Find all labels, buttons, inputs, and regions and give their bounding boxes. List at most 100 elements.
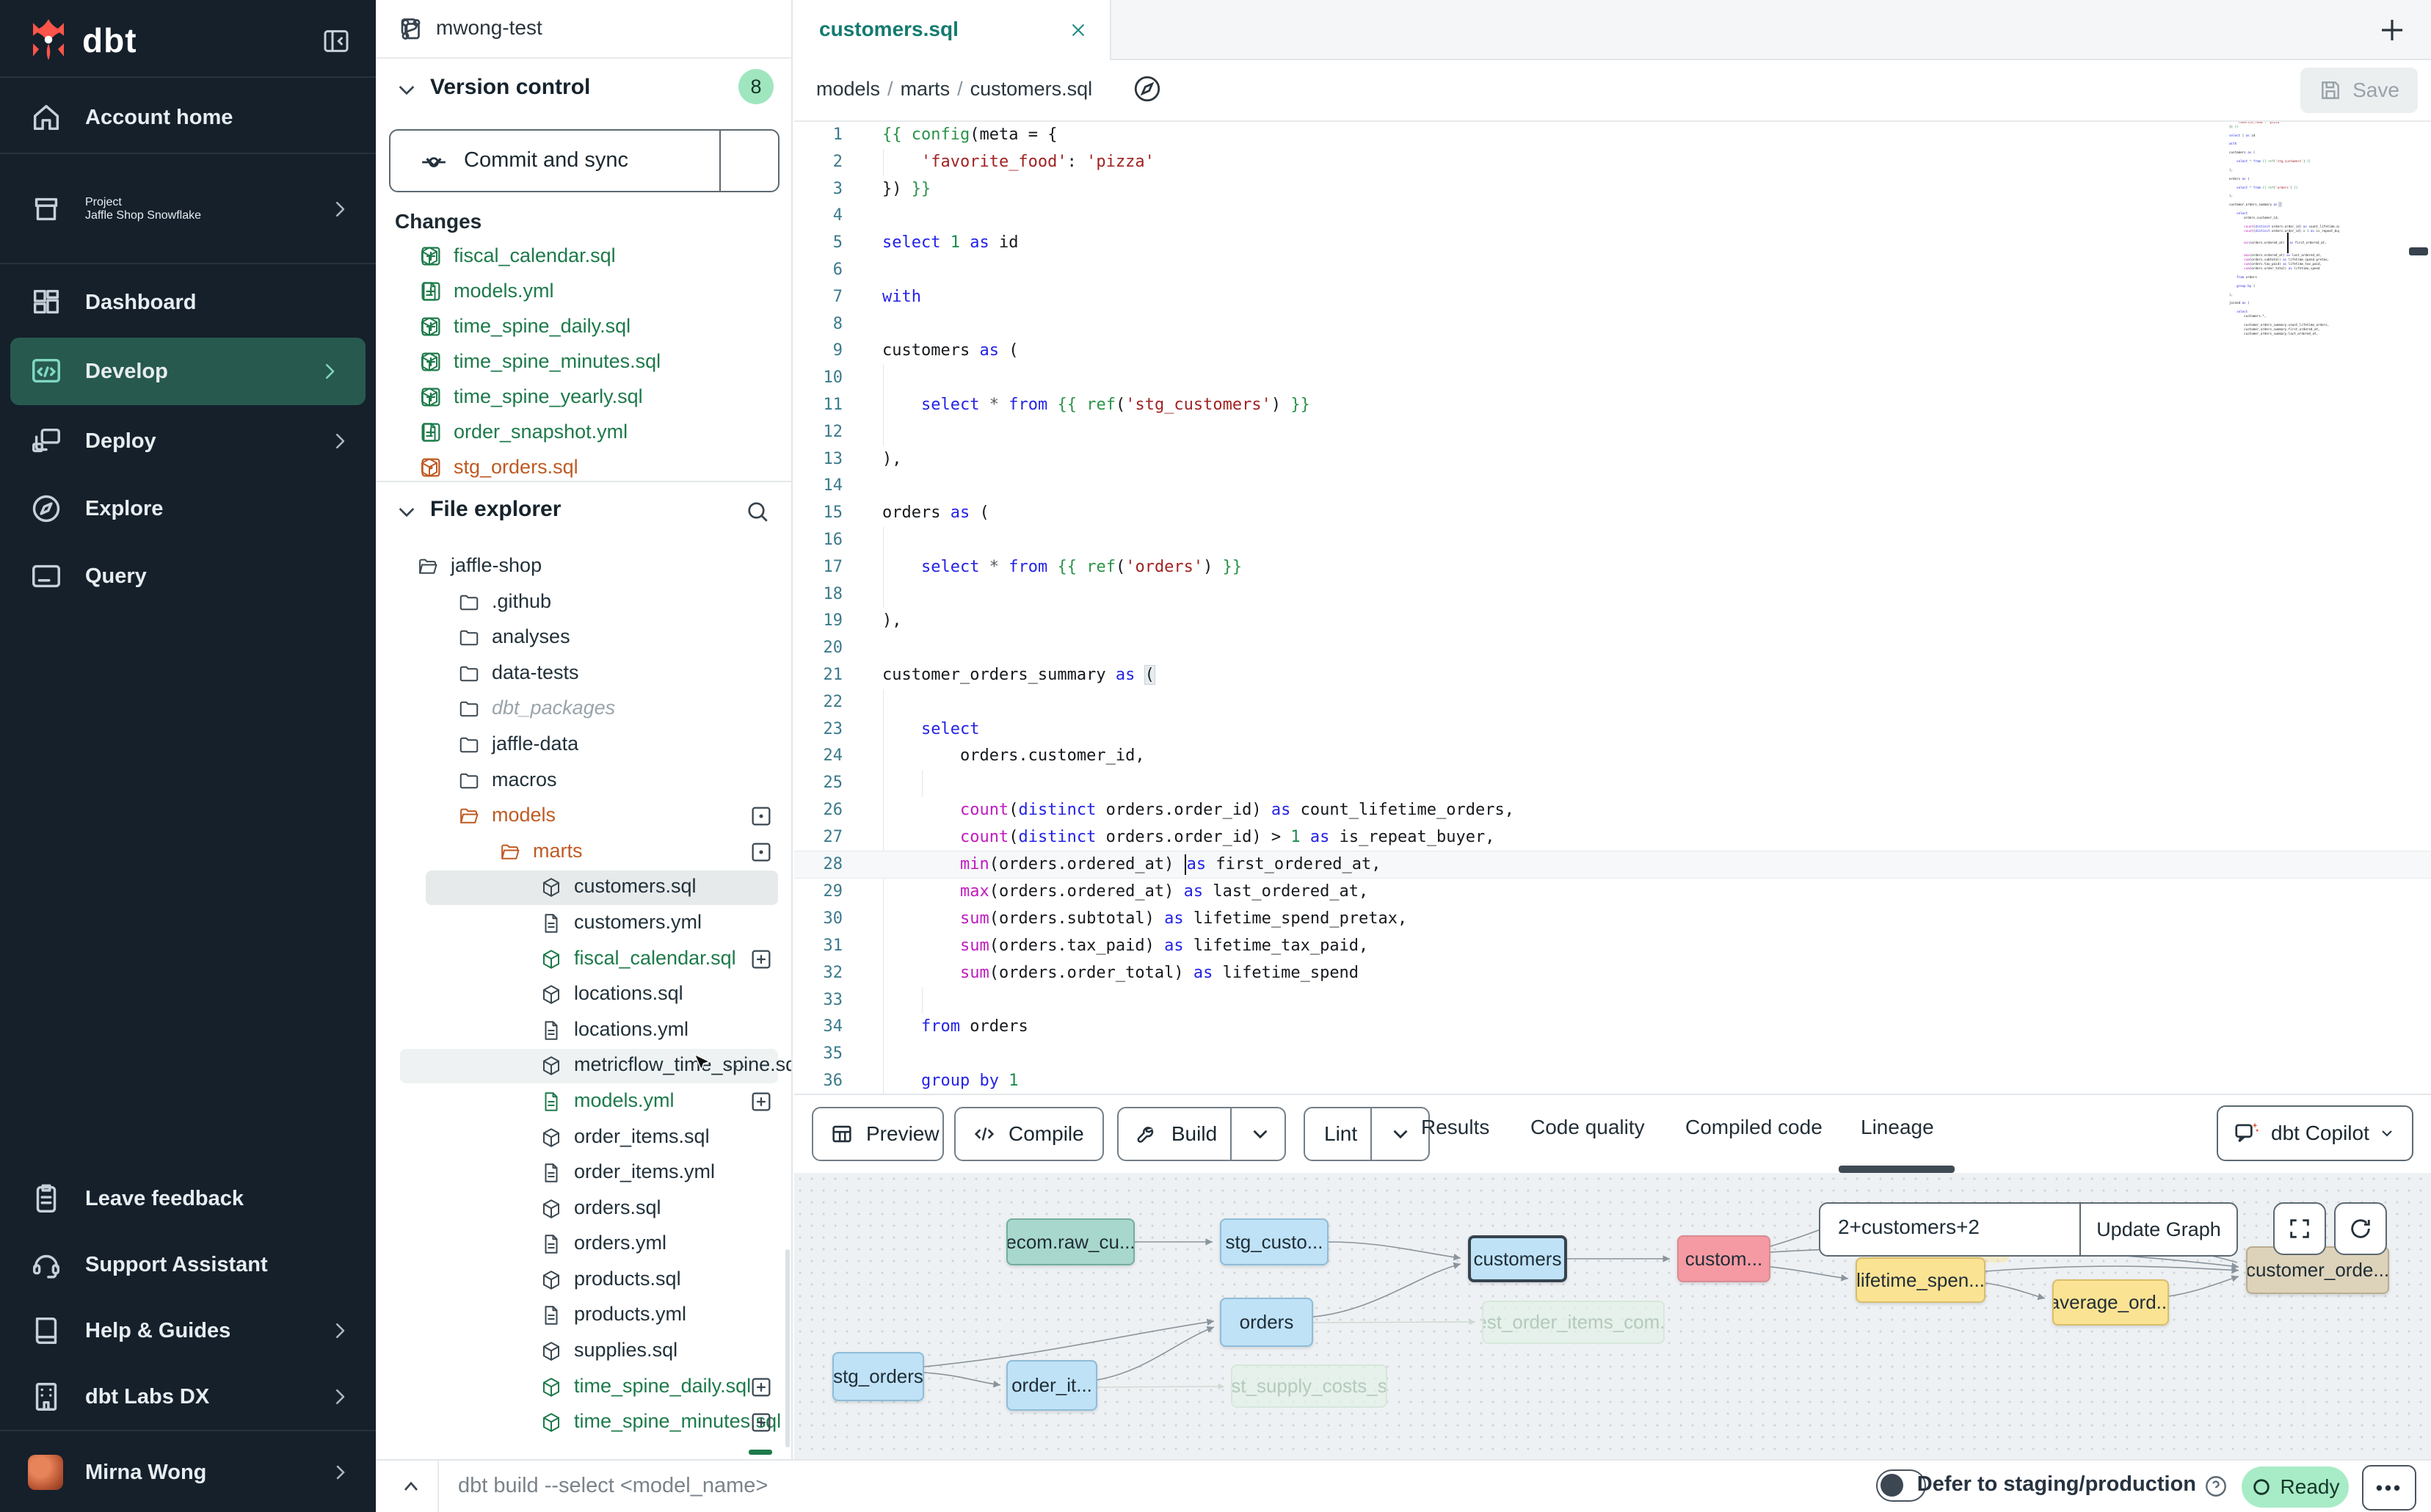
change-row-stg_orders.sql[interactable]: stg_orders.sql xyxy=(376,451,791,481)
commit-dropdown-icon[interactable] xyxy=(420,148,448,176)
tree-row-partial[interactable] xyxy=(376,1441,791,1459)
more-options-button[interactable]: ••• xyxy=(2362,1465,2416,1511)
code-line-8[interactable]: 8 xyxy=(794,311,2431,338)
code-line-20[interactable]: 20 xyxy=(794,635,2431,662)
tree-item-orders.yml[interactable]: orders.yml xyxy=(376,1226,791,1262)
editor-scrollbar-thumb[interactable] xyxy=(2409,247,2428,255)
lineage-node-customers[interactable]: customers xyxy=(1468,1235,1567,1282)
tree-item-locations.yml[interactable]: locations.yml xyxy=(376,1013,791,1049)
tree-item-time_spine_daily.sql[interactable]: time_spine_daily.sql xyxy=(376,1370,791,1406)
code-line-7[interactable]: 7with xyxy=(794,284,2431,311)
code-line-22[interactable]: 22 xyxy=(794,689,2431,716)
command-input[interactable]: dbt build --select <model_name> xyxy=(458,1474,768,1498)
code-line-14[interactable]: 14 xyxy=(794,473,2431,500)
save-button[interactable]: Save xyxy=(2300,68,2418,113)
stage-plus-icon[interactable] xyxy=(418,314,443,339)
code-line-17[interactable]: 17 select * from {{ ref('orders') }} xyxy=(794,554,2431,581)
tree-item-order_items.yml[interactable]: order_items.yml xyxy=(376,1155,791,1191)
sidebar-item-dashboard[interactable]: Dashboard xyxy=(0,269,376,336)
lineage-node-custom[interactable]: custom... xyxy=(1677,1235,1770,1282)
sidebar-item-help-guides[interactable]: Help & Guides xyxy=(0,1298,376,1364)
refresh-button[interactable] xyxy=(2334,1202,2387,1255)
change-row-time_spine_daily.sql[interactable]: time_spine_daily.sql xyxy=(376,310,791,345)
compile-button[interactable]: Compile xyxy=(954,1107,1104,1161)
sidebar-collapse-icon[interactable] xyxy=(321,26,351,56)
code-line-29[interactable]: 29 max(orders.ordered_at) as last_ordere… xyxy=(794,879,2431,906)
lineage-node-stg_custo[interactable]: stg_custo... xyxy=(1220,1218,1329,1265)
lint-button[interactable]: Lint xyxy=(1304,1107,1430,1161)
close-icon[interactable] xyxy=(1067,19,1089,41)
sidebar-item-jaffle-shop-snowflake[interactable]: ProjectJaffle Shop Snowflake xyxy=(0,156,376,263)
expand-panel-icon[interactable] xyxy=(399,1475,423,1499)
tree-item-analyses[interactable]: analyses xyxy=(376,620,791,656)
tree-item-.github[interactable]: .github xyxy=(376,585,791,621)
breadcrumb-segment[interactable]: marts xyxy=(901,78,951,100)
code-line-5[interactable]: 5select 1 as id xyxy=(794,230,2431,257)
sidebar-item-dbt-labs-dx[interactable]: dbt Labs DX xyxy=(0,1364,376,1430)
change-row-models.yml[interactable]: models.yml xyxy=(376,275,791,310)
tree-item-orders.sql[interactable]: orders.sql xyxy=(376,1191,791,1227)
code-line-31[interactable]: 31 sum(orders.tax_paid) as lifetime_tax_… xyxy=(794,933,2431,960)
tree-item-jaffle-data[interactable]: jaffle-data xyxy=(376,727,791,763)
editor-minimap[interactable]: {{ config(meta = { 'favorite_food': 'piz… xyxy=(2229,122,2339,336)
preview-button[interactable]: Preview xyxy=(812,1107,944,1161)
commit-and-sync-button[interactable]: Commit and sync xyxy=(389,129,780,192)
dbt-copilot-button[interactable]: dbt Copilot xyxy=(2217,1105,2413,1161)
code-line-28[interactable]: 28 min(orders.ordered_at) as first_order… xyxy=(794,851,2431,879)
tree-item-marts[interactable]: marts xyxy=(376,835,791,871)
code-line-12[interactable]: 12 xyxy=(794,419,2431,446)
lineage-search-input[interactable]: 2+customers+2 xyxy=(1838,1215,1980,1239)
stage-plus-icon[interactable] xyxy=(749,1375,774,1400)
tree-item-metricflow_time_spine.sql[interactable]: metricflow_time_spine.sql xyxy=(376,1048,791,1084)
stage-plus-icon[interactable] xyxy=(418,385,443,410)
code-line-34[interactable]: 34 from orders xyxy=(794,1014,2431,1041)
row-menu-icon[interactable] xyxy=(724,1055,747,1078)
code-line-30[interactable]: 30 sum(orders.subtotal) as lifetime_spen… xyxy=(794,906,2431,933)
sidebar-item-develop[interactable]: Develop xyxy=(10,338,366,405)
modified-dot-icon[interactable] xyxy=(418,455,443,480)
sidebar-item-explore[interactable]: Explore xyxy=(0,476,376,542)
stage-plus-icon[interactable] xyxy=(418,349,443,374)
code-line-24[interactable]: 24 orders.customer_id, xyxy=(794,743,2431,770)
stage-plus-icon[interactable] xyxy=(749,1410,774,1435)
new-tab-icon[interactable] xyxy=(2377,15,2408,46)
tree-item-fiscal_calendar.sql[interactable]: fiscal_calendar.sql xyxy=(376,942,791,978)
change-row-time_spine_yearly.sql[interactable]: time_spine_yearly.sql xyxy=(376,380,791,415)
tree-item-data-tests[interactable]: data-tests xyxy=(376,656,791,692)
code-line-11[interactable]: 11 select * from {{ ref('stg_customers')… xyxy=(794,392,2431,419)
code-line-32[interactable]: 32 sum(orders.order_total) as lifetime_s… xyxy=(794,960,2431,987)
stage-plus-icon[interactable] xyxy=(418,279,443,304)
lint-dropdown-icon[interactable] xyxy=(1388,1122,1413,1146)
fullscreen-button[interactable] xyxy=(2273,1202,2326,1255)
code-line-4[interactable]: 4 xyxy=(794,203,2431,230)
change-row-fiscal_calendar.sql[interactable]: fiscal_calendar.sql xyxy=(376,239,791,275)
change-row-time_spine_minutes.sql[interactable]: time_spine_minutes.sql xyxy=(376,345,791,380)
copy-icon[interactable] xyxy=(398,16,424,43)
sidebar-user[interactable]: Mirna Wong xyxy=(0,1436,376,1509)
help-icon[interactable] xyxy=(2203,1474,2228,1499)
tree-item-products.yml[interactable]: products.yml xyxy=(376,1298,791,1334)
sidebar-item-query[interactable]: Query xyxy=(0,543,376,609)
code-line-3[interactable]: 3}) }} xyxy=(794,176,2431,203)
code-line-6[interactable]: 6 xyxy=(794,257,2431,284)
lineage-node-lifetime_spen[interactable]: lifetime_spen... xyxy=(1856,1257,1985,1303)
code-line-36[interactable]: 36 group by 1 xyxy=(794,1068,2431,1094)
tree-item-models.yml[interactable]: models.yml xyxy=(376,1084,791,1120)
version-control-header[interactable]: Version control 8 xyxy=(376,69,791,110)
tab-compiled-code[interactable]: Compiled code xyxy=(1685,1116,1823,1139)
code-line-15[interactable]: 15orders as ( xyxy=(794,500,2431,527)
tree-item-dbt_packages[interactable]: dbt_packages xyxy=(376,691,791,727)
code-line-18[interactable]: 18 xyxy=(794,581,2431,608)
code-line-13[interactable]: 13), xyxy=(794,446,2431,473)
breadcrumb-segment[interactable]: models xyxy=(816,78,880,100)
tree-item-jaffle-shop[interactable]: jaffle-shop xyxy=(376,549,791,585)
sidebar-item-leave-feedback[interactable]: Leave feedback xyxy=(0,1166,376,1232)
code-line-2[interactable]: 2 'favorite_food': 'pizza' xyxy=(794,149,2431,176)
sidebar-item-deploy[interactable]: Deploy xyxy=(0,408,376,474)
tree-item-macros[interactable]: macros xyxy=(376,763,791,799)
lineage-node-ecomraw_cu[interactable]: ecom.raw_cu... xyxy=(1006,1218,1135,1265)
code-line-9[interactable]: 9customers as ( xyxy=(794,338,2431,365)
lineage-node-orders[interactable]: orders xyxy=(1220,1298,1313,1347)
sidebar-item-account-home[interactable]: Account home xyxy=(0,82,376,153)
tree-item-locations.sql[interactable]: locations.sql xyxy=(376,977,791,1013)
